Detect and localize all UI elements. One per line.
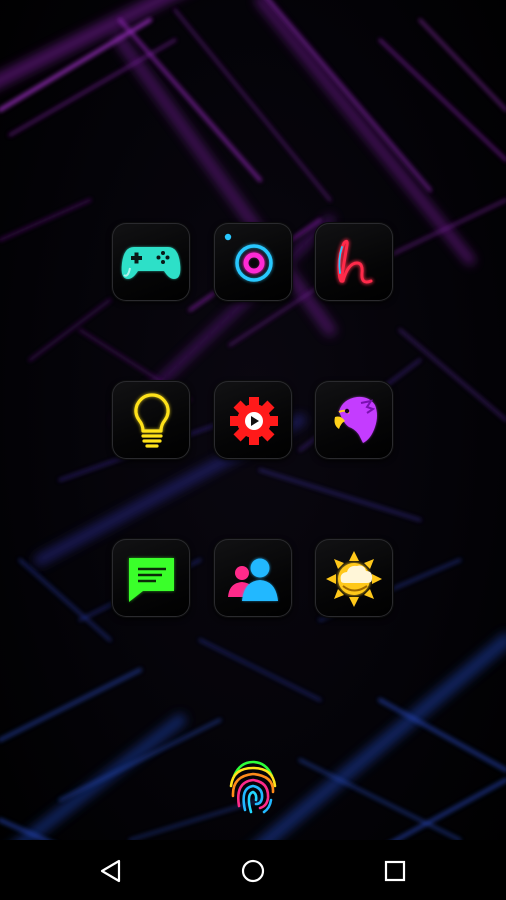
ring-icon (224, 233, 273, 282)
contacts-app[interactable] (214, 539, 292, 617)
home-circle-icon (241, 859, 265, 883)
recents-square-icon (384, 860, 406, 882)
lightbulb-icon (134, 393, 170, 448)
weather-app[interactable] (315, 539, 393, 617)
home-screen (0, 0, 506, 900)
eagle-icon (334, 396, 377, 443)
flashlight-app[interactable] (112, 381, 190, 459)
recents-button[interactable] (378, 854, 412, 888)
fingerprint-icon (229, 760, 277, 814)
handwriting-app[interactable] (315, 223, 393, 301)
orbit-app[interactable] (214, 223, 292, 301)
video-settings-app[interactable] (214, 381, 292, 459)
letter-h-icon (336, 238, 374, 285)
back-button[interactable] (94, 854, 128, 888)
fingerprint-app[interactable] (224, 756, 282, 818)
people-icon (228, 558, 278, 601)
game-controller-app[interactable] (112, 223, 190, 301)
bird-app[interactable] (315, 381, 393, 459)
navigation-bar (0, 840, 506, 900)
home-button[interactable] (236, 854, 270, 888)
chat-bubble-icon (129, 558, 174, 602)
sun-cloud-icon (326, 551, 382, 607)
back-triangle-icon (100, 859, 121, 883)
gear-play-icon (230, 397, 278, 445)
gamepad-icon (121, 247, 181, 279)
messaging-app[interactable] (112, 539, 190, 617)
